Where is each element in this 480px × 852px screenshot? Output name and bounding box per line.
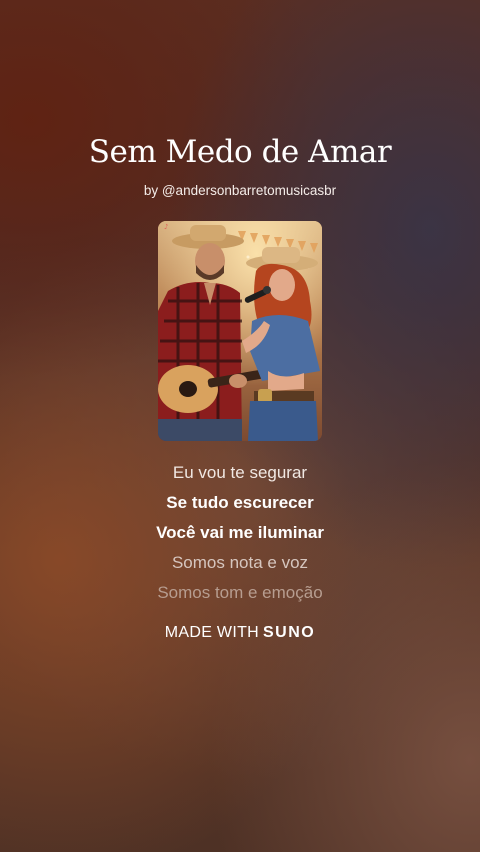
lyric-line: Somos tom e emoção [157, 583, 323, 602]
lyric-line-active: Você vai me iluminar [156, 523, 324, 542]
suno-logo: SUNO [263, 624, 316, 641]
lyrics-panel: Eu vou te segurar Se tudo escurecer Você… [0, 458, 480, 608]
song-screen: Sem Medo de Amar by @andersonbarretomusi… [0, 0, 480, 852]
artist-byline[interactable]: by @andersonbarretomusicasbr [0, 183, 480, 198]
lyric-line-active: Se tudo escurecer [166, 493, 314, 512]
lyric-line: Somos nota e voz [171, 553, 309, 572]
song-title: Sem Medo de Amar [88, 134, 392, 170]
lyric-line: Eu vou te segurar [172, 463, 308, 482]
album-cover: ♪ [158, 221, 322, 441]
album-cover-image: ♪ [158, 221, 322, 441]
made-with-label: MADE WITH [164, 624, 259, 641]
svg-text:♪: ♪ [164, 223, 168, 231]
made-with-suno-badge[interactable]: MADE WITH SUNO [0, 624, 480, 642]
